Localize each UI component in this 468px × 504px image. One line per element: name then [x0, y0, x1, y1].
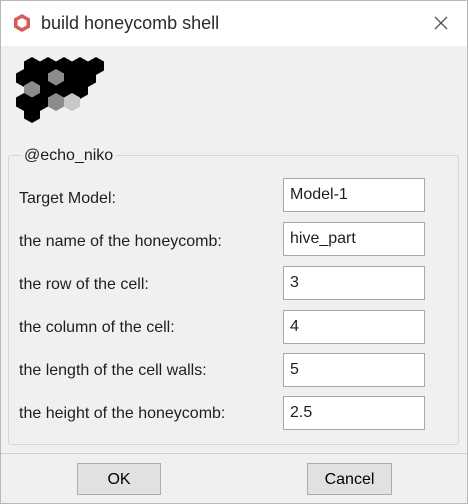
honeycomb-name-input[interactable]: hive_part: [283, 222, 425, 256]
target-model-label: Target Model:: [19, 190, 116, 207]
window-title: build honeycomb shell: [41, 13, 220, 33]
cancel-button[interactable]: Cancel: [307, 463, 392, 495]
honeycomb-height-label: the height of the honeycomb:: [19, 405, 226, 422]
honeycomb-logo-icon: [16, 57, 104, 123]
button-separator: [1, 453, 467, 454]
ok-button[interactable]: OK: [77, 463, 161, 495]
close-icon: [434, 16, 448, 30]
cell-row-input[interactable]: 3: [283, 266, 425, 300]
cell-wall-length-input[interactable]: 5: [283, 353, 425, 387]
title-bar[interactable]: build honeycomb shell: [1, 1, 467, 45]
cell-row-label: the row of the cell:: [19, 276, 149, 293]
honeycomb-name-label: the name of the honeycomb:: [19, 233, 222, 250]
cell-column-input[interactable]: 4: [283, 310, 425, 344]
honeycomb-height-input[interactable]: 2.5: [283, 396, 425, 430]
cell-wall-length-label: the length of the cell walls:: [19, 362, 207, 379]
close-button[interactable]: [423, 7, 459, 39]
honeycomb-app-icon: [14, 14, 30, 32]
cell-column-label: the column of the cell:: [19, 319, 175, 336]
group-title: @echo_niko: [21, 147, 117, 165]
target-model-input[interactable]: Model-1: [283, 178, 425, 212]
dialog-content: @echo_niko Target Model: Model-1 the nam…: [1, 46, 467, 503]
dialog-window: build honeycomb shell @echo_niko Target …: [0, 0, 468, 504]
